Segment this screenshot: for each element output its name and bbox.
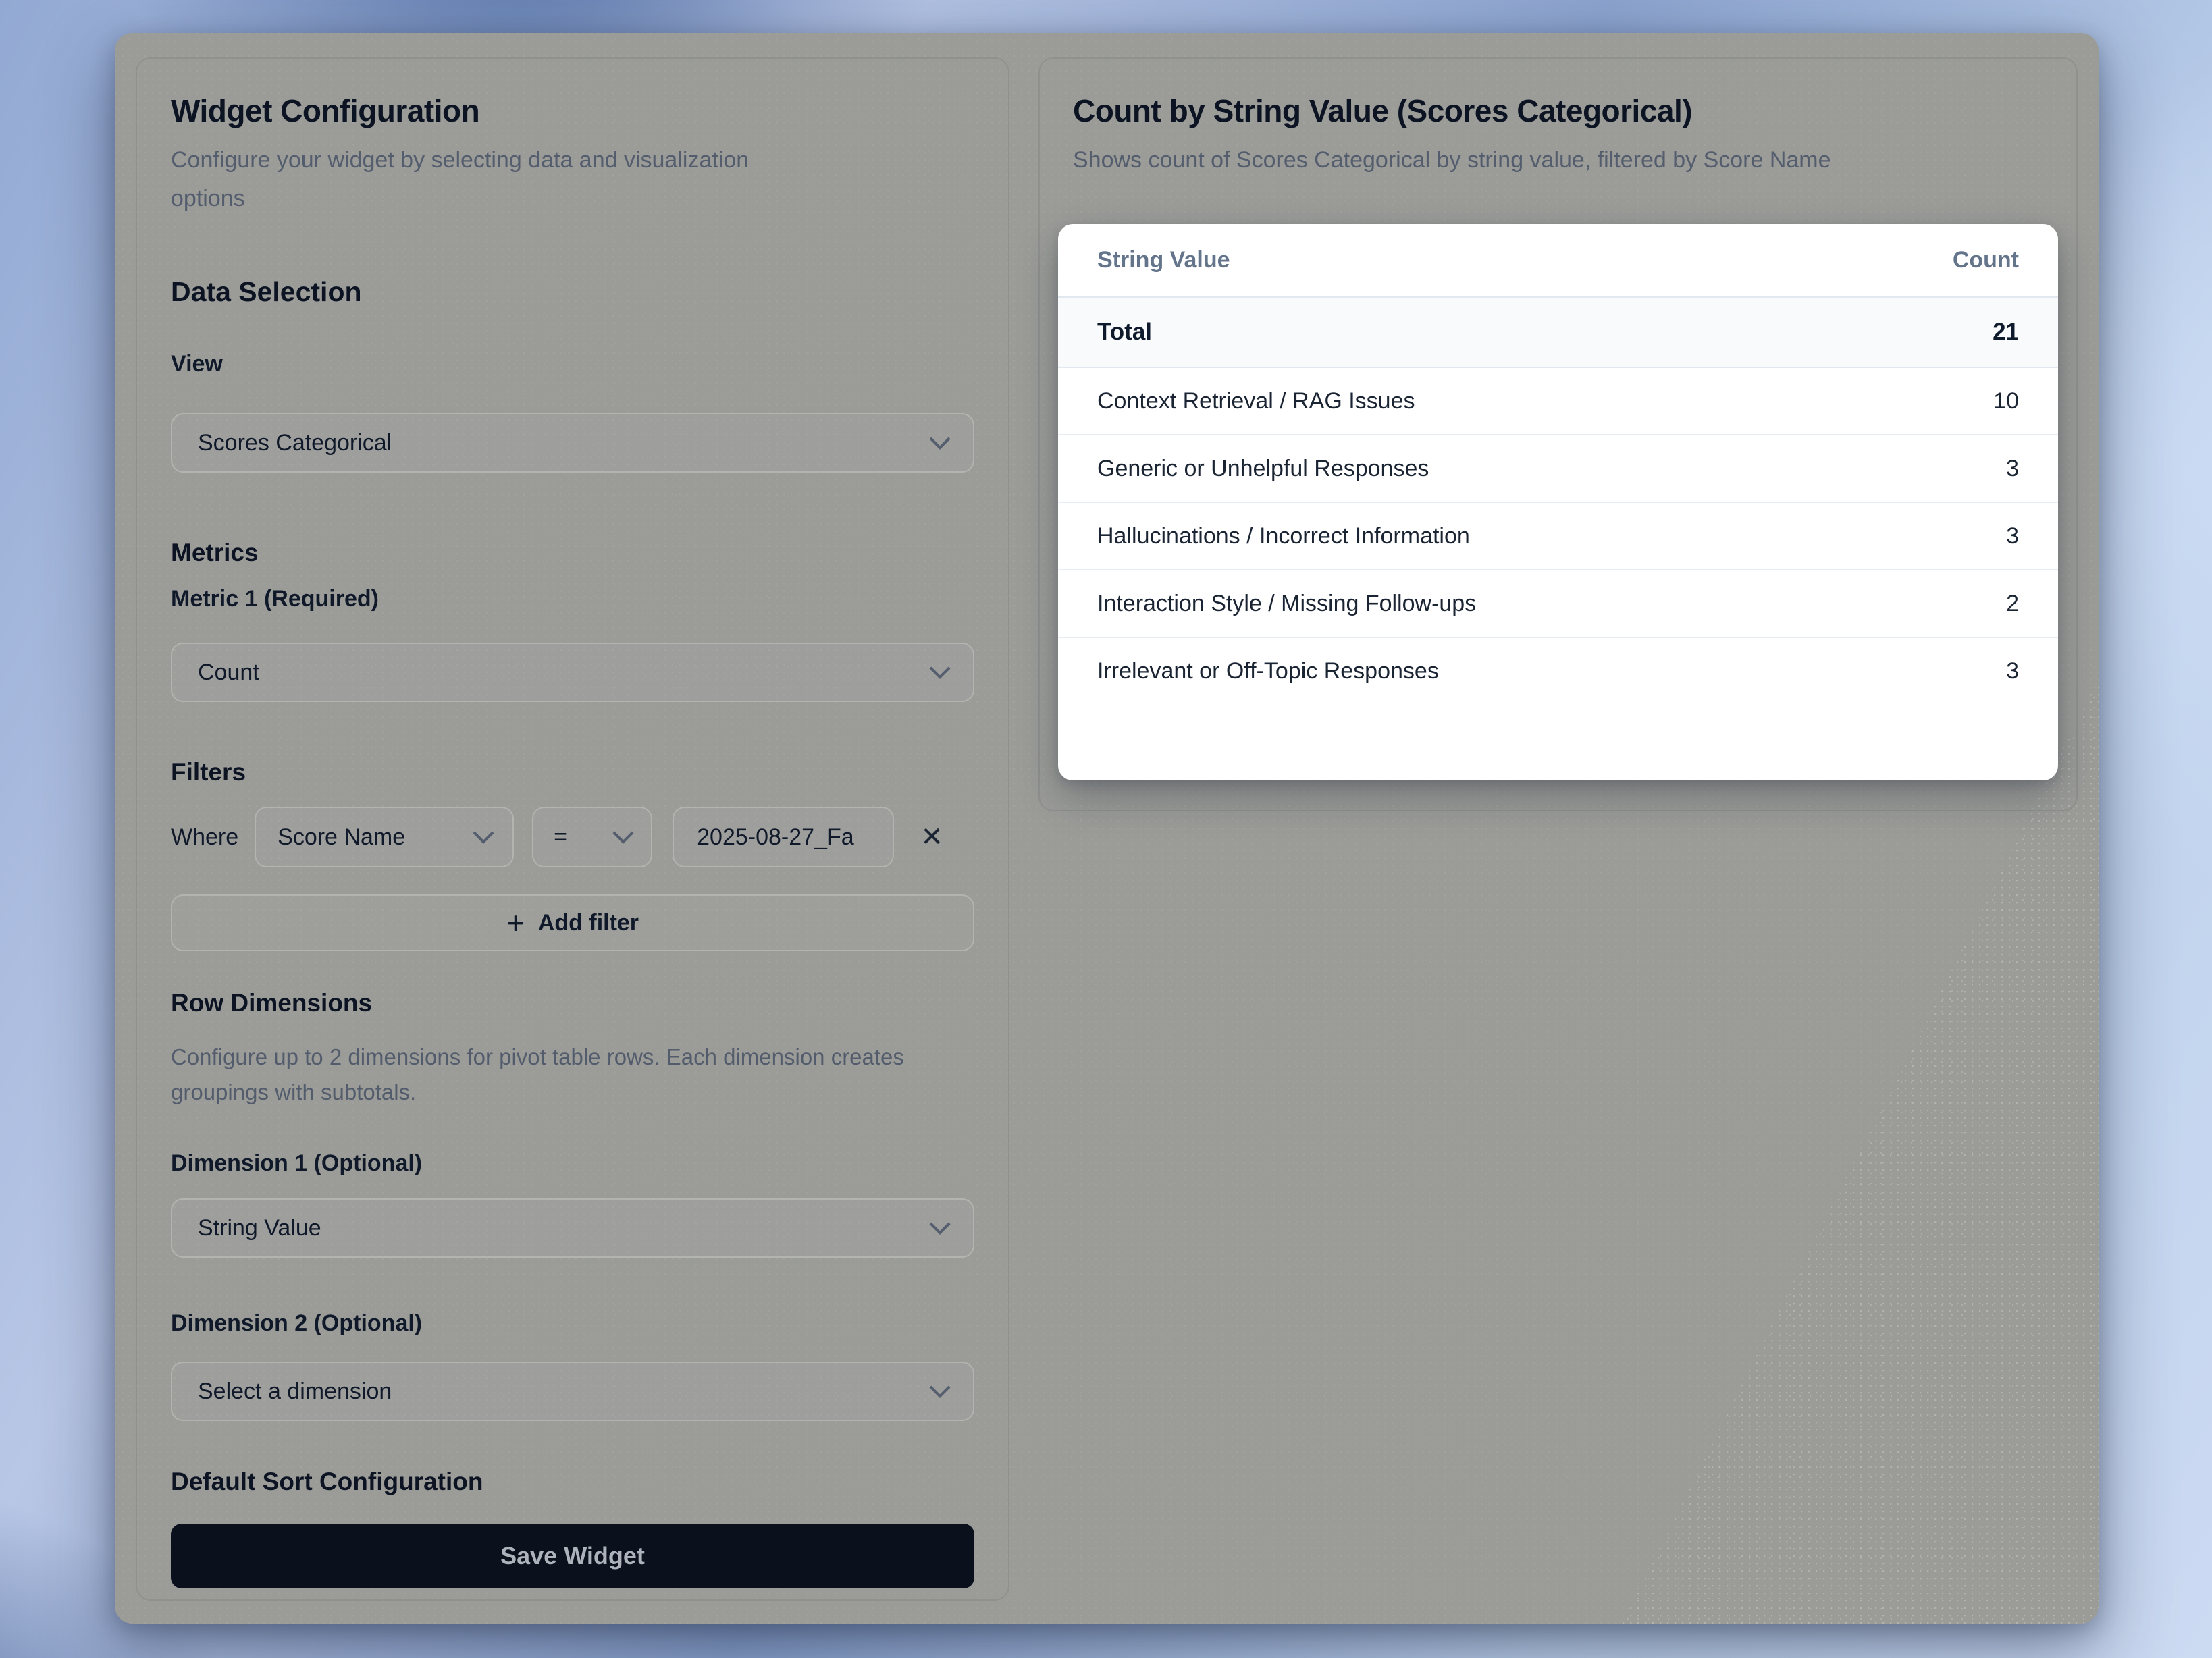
- row-string-value: Hallucinations / Incorrect Information: [1058, 502, 1818, 570]
- row-string-value: Irrelevant or Off-Topic Responses: [1058, 637, 1818, 705]
- chevron-down-icon: [929, 1214, 950, 1235]
- table-row: Generic or Unhelpful Responses3: [1058, 435, 2058, 502]
- chevron-down-icon: [473, 823, 494, 844]
- total-label: Total: [1058, 297, 1818, 367]
- row-dimensions-description: Configure up to 2 dimensions for pivot t…: [171, 1040, 974, 1110]
- chevron-down-icon: [613, 823, 634, 844]
- save-widget-button[interactable]: Save Widget: [171, 1524, 974, 1588]
- preview-header: Count by String Value (Scores Categorica…: [1058, 91, 2058, 180]
- panel-subtitle: Configure your widget by selecting data …: [171, 141, 819, 218]
- total-count: 21: [1818, 297, 2058, 367]
- table-row: Hallucinations / Incorrect Information3: [1058, 502, 2058, 570]
- table-row: Context Retrieval / RAG Issues10: [1058, 367, 2058, 435]
- filter-row: Where Score Name = 2025-08-27_Fa ✕: [171, 807, 974, 867]
- table-header-row: String Value Count: [1058, 224, 2058, 297]
- table-row: Interaction Style / Missing Follow-ups2: [1058, 570, 2058, 637]
- pivot-table: String Value Count Total 21 Context Retr…: [1058, 224, 2058, 705]
- filter-field-value: Score Name: [278, 824, 405, 851]
- section-default-sort: Default Sort Configuration: [171, 1468, 974, 1496]
- metric1-label: Metric 1 (Required): [171, 586, 974, 612]
- section-filters: Filters: [171, 758, 974, 786]
- filter-value-text: 2025-08-27_Fa: [697, 824, 854, 851]
- row-string-value: Context Retrieval / RAG Issues: [1058, 367, 1818, 435]
- dimension1-select-value: String Value: [198, 1215, 321, 1241]
- table-row: Irrelevant or Off-Topic Responses3: [1058, 637, 2058, 705]
- row-count: 2: [1818, 570, 2058, 637]
- metric1-select-value: Count: [198, 660, 259, 686]
- section-data-selection: Data Selection: [171, 276, 974, 308]
- add-filter-label: Add filter: [538, 910, 639, 936]
- row-string-value: Generic or Unhelpful Responses: [1058, 435, 1818, 502]
- dimension1-label: Dimension 1 (Optional): [171, 1150, 974, 1177]
- column-header-count: Count: [1818, 224, 2058, 297]
- dimension2-select-value: Select a dimension: [198, 1379, 392, 1405]
- section-metrics: Metrics: [171, 539, 974, 567]
- metric1-select[interactable]: Count: [171, 643, 974, 702]
- view-label: View: [171, 351, 974, 377]
- widget-config-dialog: Widget Configuration Configure your widg…: [115, 33, 2099, 1624]
- panel-title: Widget Configuration: [171, 91, 974, 130]
- pivot-table-card: String Value Count Total 21 Context Retr…: [1058, 224, 2058, 780]
- close-icon: ✕: [920, 822, 943, 853]
- filter-where-label: Where: [171, 824, 238, 851]
- preview-title: Count by String Value (Scores Categorica…: [1073, 91, 2043, 130]
- filter-value-input[interactable]: 2025-08-27_Fa: [673, 807, 894, 867]
- row-count: 3: [1818, 435, 2058, 502]
- configuration-panel: Widget Configuration Configure your widg…: [136, 57, 1009, 1601]
- column-header-string-value: String Value: [1058, 224, 1818, 297]
- filter-operator-select[interactable]: =: [532, 807, 652, 867]
- table-total-row: Total 21: [1058, 297, 2058, 367]
- view-select[interactable]: Scores Categorical: [171, 413, 974, 473]
- remove-filter-button[interactable]: ✕: [914, 820, 949, 855]
- row-count: 10: [1818, 367, 2058, 435]
- chevron-down-icon: [929, 1377, 950, 1398]
- preview-panel: Count by String Value (Scores Categorica…: [1038, 57, 2078, 811]
- preview-subtitle: Shows count of Scores Categorical by str…: [1073, 141, 2043, 180]
- dimension2-select[interactable]: Select a dimension: [171, 1362, 974, 1421]
- filter-field-select[interactable]: Score Name: [255, 807, 514, 867]
- chevron-down-icon: [929, 429, 950, 450]
- dimension2-label: Dimension 2 (Optional): [171, 1310, 974, 1337]
- row-string-value: Interaction Style / Missing Follow-ups: [1058, 570, 1818, 637]
- view-select-value: Scores Categorical: [198, 430, 392, 456]
- chevron-down-icon: [929, 658, 950, 679]
- add-filter-button[interactable]: + Add filter: [171, 894, 974, 951]
- section-row-dimensions: Row Dimensions: [171, 989, 974, 1017]
- row-count: 3: [1818, 637, 2058, 705]
- row-count: 3: [1818, 502, 2058, 570]
- dimension1-select[interactable]: String Value: [171, 1198, 974, 1258]
- filter-operator-value: =: [554, 824, 567, 851]
